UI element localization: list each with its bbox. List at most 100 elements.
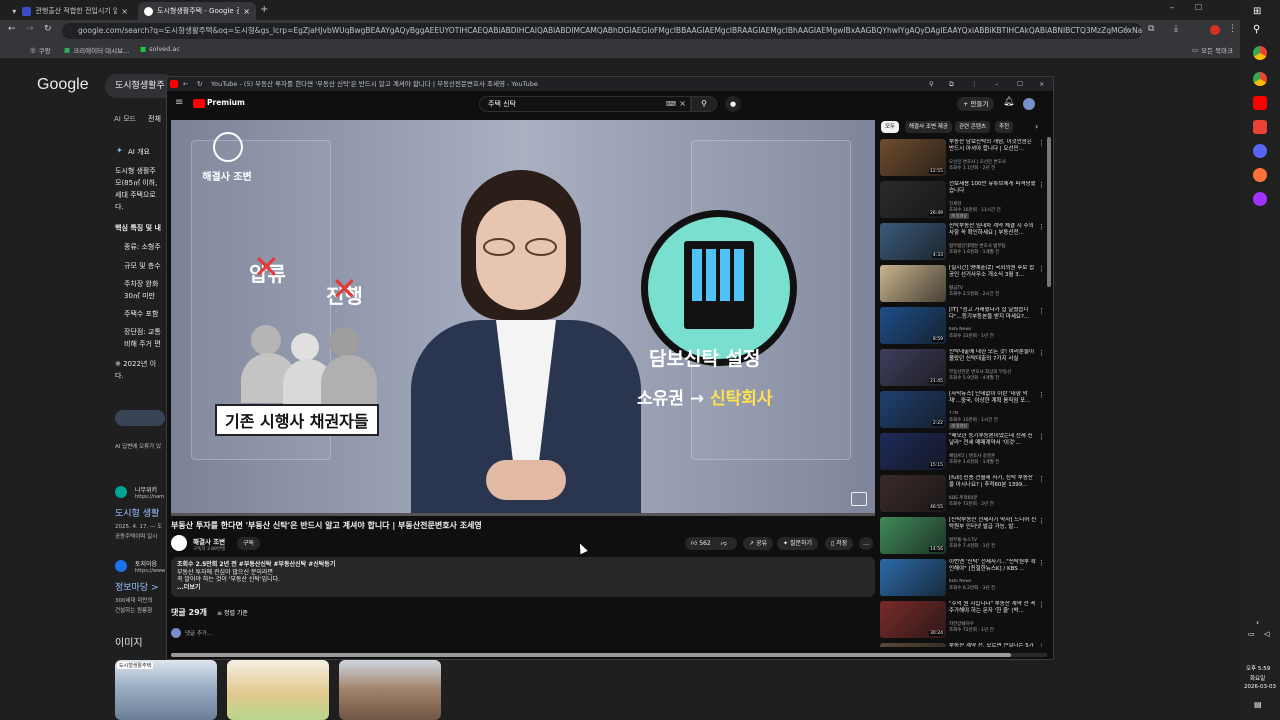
minimize-icon[interactable]: – <box>1170 3 1175 13</box>
rec-channel[interactable]: KBS News <box>949 579 1045 584</box>
thumbs-down-icon[interactable]: 👎︎ <box>721 540 727 547</box>
video-thumbnail[interactable]: 12:55 <box>880 139 946 176</box>
video-thumbnail[interactable]: 4:33 <box>880 223 946 260</box>
download-icon[interactable]: ⤓ <box>1174 24 1178 34</box>
sort-button[interactable]: ≡ 정렬 기준 <box>217 608 248 617</box>
recommendation-item[interactable]: 21:45 신탁대출에 대한 모든 것! 여러분들이 몰랐던 신탁대출의 7가지 … <box>879 349 1053 389</box>
rec-title[interactable]: [실시간] 명예훈(Z) 국회의원 후보 합공인 선거사무소 개소식 3월 3.… <box>949 265 1037 278</box>
more-icon[interactable]: ⋮ <box>1038 265 1045 273</box>
more-icon[interactable]: ⋮ <box>1038 181 1045 189</box>
sidebar-scrollbar[interactable] <box>1047 137 1051 287</box>
horizontal-scrollbar[interactable] <box>171 653 1047 657</box>
browser-tab-2[interactable]: 도시형생활주택 - Google 검색 × <box>138 2 256 20</box>
rec-title[interactable]: [IT] "정고 거래했다가 집 날렸습니다"...등기부등본을 받지 마세요?… <box>949 307 1037 320</box>
video-thumbnail[interactable] <box>880 265 946 302</box>
recommendation-item[interactable]: 부동산 계약 전, 모르면 큰일나는 5가지 주의사항 | 부동산전문변호...… <box>879 643 1053 647</box>
create-button[interactable]: + 만들기 <box>957 97 995 111</box>
profile-avatar[interactable] <box>1210 25 1220 35</box>
video-description[interactable]: 조회수 2.5만회 2년 전 #부동산신탁 #부동산신탁 #신탁등기 부동산 투… <box>171 557 875 597</box>
hamburger-menu-icon[interactable]: ≡ <box>175 97 183 108</box>
more-actions-button[interactable]: … <box>859 537 873 550</box>
channel-name[interactable]: 해결사 조변 <box>193 536 225 546</box>
result-title-link[interactable]: 정보마당 > <box>115 580 159 593</box>
more-icon[interactable]: ⋮ <box>1038 475 1045 483</box>
close-icon[interactable]: × <box>1039 77 1044 91</box>
reload-icon[interactable]: ↻ <box>197 77 202 91</box>
more-icon[interactable]: ⋮ <box>1038 391 1045 399</box>
gmail-icon[interactable] <box>1253 120 1267 134</box>
video-thumbnail[interactable]: 15:15 <box>880 433 946 470</box>
messenger-icon[interactable] <box>1253 192 1267 206</box>
more-icon[interactable]: ⋮ <box>1038 139 1045 147</box>
search-input[interactable]: 도시형생활주 <box>105 74 175 98</box>
network-icon[interactable]: ▭ <box>1248 630 1255 638</box>
more-icon[interactable]: ⋮ <box>1038 517 1045 525</box>
video-thumbnail[interactable]: 8:59 <box>880 307 946 344</box>
bookmark-coupang[interactable]: ◎ 쿠팡 <box>30 45 51 55</box>
more-icon[interactable]: ⋮ <box>1038 643 1045 647</box>
share-button[interactable]: ↗ 공유 <box>743 537 773 550</box>
more-icon[interactable]: ⋮ <box>1038 307 1045 315</box>
save-button[interactable]: ▯ 저장 <box>825 537 854 550</box>
volume-icon[interactable]: ◁ <box>1264 630 1269 638</box>
youtube-logo-text[interactable]: Premium <box>207 98 245 107</box>
result-title-link[interactable]: 도시형 생활 <box>115 506 159 519</box>
image-result[interactable]: 도시형생활주택 <box>115 660 217 720</box>
chip-all[interactable]: 모두 <box>881 121 900 133</box>
channel-watermark-icon[interactable] <box>851 492 867 506</box>
youtube-search-input[interactable]: 주택 신탁 ⌨ × <box>479 96 691 112</box>
rec-title[interactable]: 부동산 계약 전, 모르면 큰일나는 5가지 주의사항 | 부동산전문변호... <box>949 643 1037 647</box>
account-avatar[interactable] <box>1023 98 1035 110</box>
player-progress-bar[interactable] <box>171 513 875 516</box>
extensions-icon[interactable]: ⧉ <box>1148 24 1154 34</box>
recommendation-item[interactable]: 4:33 신탁부동산 임대차 계약 체결 시 주의 사항 꼭 확인하세요 | 부동… <box>879 223 1053 263</box>
ai-show-more-button[interactable] <box>115 410 165 426</box>
clock-time[interactable]: 오후 5:59 <box>1246 664 1270 672</box>
more-icon[interactable]: ⋮ <box>1038 433 1045 441</box>
subscribe-button[interactable]: 구독 <box>237 537 261 550</box>
maximize-icon[interactable]: ☐ <box>1195 3 1202 12</box>
rec-title[interactable]: [full] 신종 전월세 사기, 신탁 부동산을 아시나요? | 추적60분 … <box>949 475 1037 488</box>
voice-search-button[interactable]: ● <box>725 96 741 112</box>
more-icon[interactable]: ⋮ <box>1038 223 1045 231</box>
recommendation-item[interactable]: 이번엔 '신탁' 전세사기..."신탁원부 확인해야" [친절한뉴스K] / K… <box>879 559 1053 599</box>
nav-ai-mode[interactable]: AI 모드 <box>114 114 136 124</box>
more-icon[interactable]: ⋮ <box>1038 559 1045 567</box>
recommendation-item[interactable]: 14:56 [신탁부동산 전세사기 막자] 드디어 신탁원부 인터넷 발급 가능,… <box>879 517 1053 557</box>
notifications-icon[interactable]: 🔔︎ <box>1003 97 1014 107</box>
zoom-icon[interactable]: ⚲ <box>929 77 934 91</box>
search-icon[interactable]: ⚲ <box>1253 24 1260 35</box>
youtube-icon[interactable] <box>1253 96 1267 110</box>
rec-title[interactable]: "수억 원 지킵니다" 부동산 계약 전 꼭 주가해야 하는 문자 '한 줄' … <box>949 601 1037 614</box>
bookmark-solvedac[interactable]: ■ solved.ac <box>140 45 180 53</box>
menu-icon[interactable]: ⋮ <box>1228 24 1237 34</box>
bookmark-star-icon[interactable]: ☆ <box>1122 25 1130 35</box>
chip-recommended[interactable]: 추천 <box>995 121 1014 133</box>
clear-icon[interactable]: × <box>679 97 686 111</box>
ask-button[interactable]: ✦ 질문하기 <box>777 537 819 550</box>
chrome-profile-icon[interactable] <box>1253 72 1267 86</box>
video-thumbnail[interactable]: 46:55 <box>880 475 946 512</box>
chevron-left-icon[interactable]: ‹ <box>1256 618 1259 627</box>
rec-title[interactable]: 이번엔 '신탁' 전세사기..."신탁원부 확인해야" [친절한뉴스K] / K… <box>949 559 1037 572</box>
video-thumbnail[interactable] <box>880 643 946 647</box>
back-icon[interactable]: ← <box>8 24 16 34</box>
video-thumbnail[interactable]: 14:56 <box>880 517 946 554</box>
minimize-icon[interactable]: – <box>995 77 998 91</box>
extensions-icon[interactable]: ⧉ <box>949 77 954 91</box>
channel-avatar[interactable] <box>171 535 187 551</box>
chevron-right-icon[interactable]: › <box>1035 122 1038 131</box>
more-icon[interactable]: ⋮ <box>1038 349 1045 357</box>
recommendation-item[interactable]: [실시간] 명예훈(Z) 국회의원 후보 합공인 선거사무소 개소식 3월 3.… <box>879 265 1053 305</box>
more-icon[interactable]: ⋮ <box>971 77 978 91</box>
new-tab-icon[interactable]: + <box>260 4 268 15</box>
recommendation-item[interactable]: 26:49 전보재용 100만 유튜브에게 피격당했습니다 전세현 조회수 16만회 … <box>879 181 1053 221</box>
nav-all[interactable]: 전체 <box>148 114 161 124</box>
all-bookmarks[interactable]: ▭ 모든 북마크 <box>1192 45 1233 55</box>
chrome-icon[interactable] <box>1253 46 1267 60</box>
chip-related[interactable]: 관련 콘텐츠 <box>955 121 991 133</box>
recommendation-item[interactable]: 30:24 "수억 원 지킵니다" 부동산 계약 전 꼭 주가해야 하는 문자 '… <box>879 601 1053 641</box>
recommendation-item[interactable]: 15:15 "매모한 등기부등본이었는데 전세 신 날라" 전세 매매계약서 '이… <box>879 433 1053 473</box>
firefox-icon[interactable] <box>1253 168 1267 182</box>
keyboard-icon[interactable]: ⌨ <box>666 97 676 111</box>
